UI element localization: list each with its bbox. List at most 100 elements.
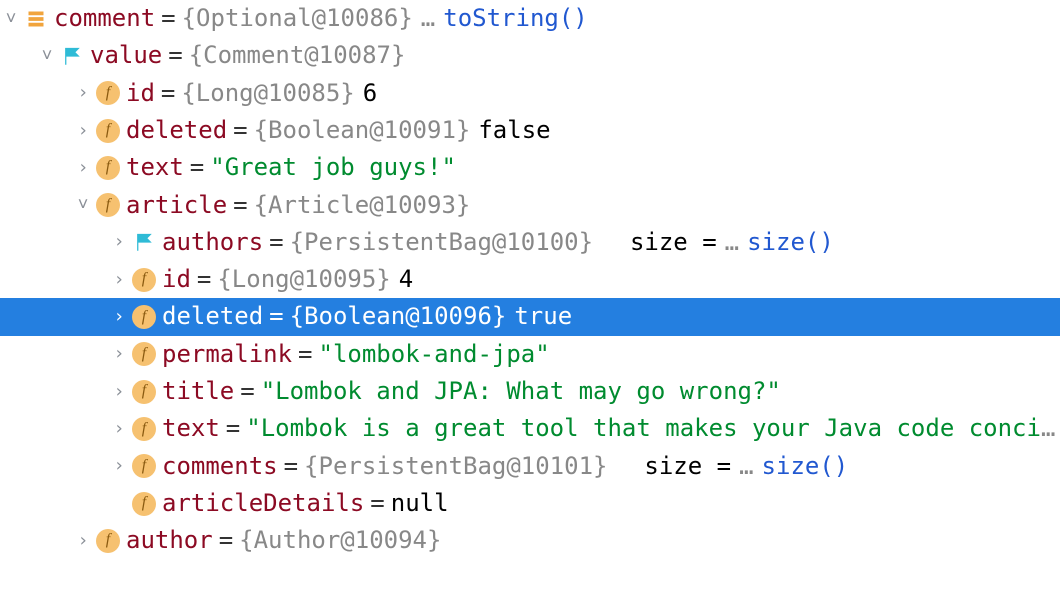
chevron-down-icon[interactable]: ˅ xyxy=(36,42,58,70)
var-name: value xyxy=(90,37,162,74)
tree-row-value-id[interactable]: › f id = {Long@10085} 6 xyxy=(0,75,1060,112)
tree-row-article-deleted[interactable]: › f deleted = {Boolean@10096} true xyxy=(0,298,1060,335)
object-ref: {PersistentBag@10101} xyxy=(304,448,607,485)
string-value: "Lombok and JPA: What may go wrong?" xyxy=(261,373,781,410)
chevron-right-icon[interactable]: › xyxy=(72,117,94,145)
equals-sign: = xyxy=(155,0,181,37)
var-name: comments xyxy=(162,448,278,485)
field-icon: f xyxy=(132,305,156,329)
chevron-right-icon[interactable]: › xyxy=(72,79,94,107)
size-label: size = xyxy=(630,224,717,261)
equals-sign: = xyxy=(220,410,246,447)
var-name: id xyxy=(162,261,191,298)
equals-sign: = xyxy=(191,261,217,298)
var-name: deleted xyxy=(162,298,263,335)
object-ref: {Optional@10086} xyxy=(182,0,413,37)
field-icon: f xyxy=(96,193,120,217)
field-icon: f xyxy=(96,119,120,143)
object-ref: {Boolean@10096} xyxy=(290,298,507,335)
object-ref: {Author@10094} xyxy=(239,522,441,559)
tree-row-value-deleted[interactable]: › f deleted = {Boolean@10091} false xyxy=(0,112,1060,149)
chevron-right-icon[interactable]: › xyxy=(108,340,130,368)
var-name: id xyxy=(126,75,155,112)
bars-icon xyxy=(24,7,48,31)
equals-sign: = xyxy=(227,187,253,224)
field-icon: f xyxy=(96,156,120,180)
var-name: text xyxy=(162,410,220,447)
ellipsis: … xyxy=(725,224,739,261)
string-value: "lombok-and-jpa" xyxy=(319,336,550,373)
tree-row-article-comments[interactable]: › f comments = {PersistentBag@10101} siz… xyxy=(0,448,1060,485)
size-link[interactable]: size() xyxy=(747,224,834,261)
chevron-right-icon[interactable]: › xyxy=(108,228,130,256)
var-name: title xyxy=(162,373,234,410)
equals-sign: = xyxy=(234,373,260,410)
chevron-right-icon[interactable]: › xyxy=(108,303,130,331)
tree-row-article-text[interactable]: › f text = "Lombok is a great tool that … xyxy=(0,410,1060,447)
var-name: authors xyxy=(162,224,263,261)
var-name: article xyxy=(126,187,227,224)
tree-row-article-title[interactable]: › f title = "Lombok and JPA: What may go… xyxy=(0,373,1060,410)
equals-sign: = xyxy=(292,336,318,373)
value-text: false xyxy=(478,112,550,149)
equals-sign: = xyxy=(278,448,304,485)
flag-icon xyxy=(60,44,84,68)
string-value: "Great job guys!" xyxy=(210,149,456,186)
chevron-right-icon[interactable]: › xyxy=(108,452,130,480)
chevron-right-icon[interactable]: › xyxy=(108,415,130,443)
string-value: "Lombok is a great tool that makes your … xyxy=(246,410,1041,447)
field-icon: f xyxy=(96,529,120,553)
field-icon: f xyxy=(96,81,120,105)
tree-row-article-details[interactable]: › f articleDetails = null xyxy=(0,485,1060,522)
tree-row-value-text[interactable]: › f text = "Great job guys!" xyxy=(0,149,1060,186)
chevron-down-icon[interactable]: ˅ xyxy=(0,5,22,33)
tree-row-article-id[interactable]: › f id = {Long@10095} 4 xyxy=(0,261,1060,298)
var-name: comment xyxy=(54,0,155,37)
object-ref: {Long@10085} xyxy=(181,75,354,112)
ellipsis: … xyxy=(739,448,753,485)
chevron-right-icon[interactable]: › xyxy=(72,527,94,555)
tree-row-article-permalink[interactable]: › f permalink = "lombok-and-jpa" xyxy=(0,336,1060,373)
tree-row-article[interactable]: ˅ f article = {Article@10093} xyxy=(0,186,1060,223)
equals-sign: = xyxy=(155,75,181,112)
equals-sign: = xyxy=(162,37,188,74)
field-icon: f xyxy=(132,492,156,516)
object-ref: {Boolean@10091} xyxy=(254,112,471,149)
chevron-right-icon[interactable]: › xyxy=(108,378,130,406)
chevron-down-icon[interactable]: ˅ xyxy=(72,191,94,219)
value-text: true xyxy=(514,298,572,335)
var-name: text xyxy=(126,149,184,186)
size-label: size = xyxy=(644,448,731,485)
field-icon: f xyxy=(132,268,156,292)
field-icon: f xyxy=(132,342,156,366)
equals-sign: = xyxy=(213,522,239,559)
null-value: null xyxy=(391,485,449,522)
chevron-right-icon[interactable]: › xyxy=(108,266,130,294)
var-name: permalink xyxy=(162,336,292,373)
flag-icon xyxy=(132,230,156,254)
equals-sign: = xyxy=(364,485,390,522)
object-ref: {Long@10095} xyxy=(217,261,390,298)
field-icon: f xyxy=(132,380,156,404)
object-ref: {PersistentBag@10100} xyxy=(290,224,593,261)
tostring-link[interactable]: toString() xyxy=(443,0,588,37)
var-name: articleDetails xyxy=(162,485,364,522)
equals-sign: = xyxy=(263,224,289,261)
equals-sign: = xyxy=(227,112,253,149)
equals-sign: = xyxy=(184,149,210,186)
ellipsis: … xyxy=(1041,410,1055,447)
value-text: 4 xyxy=(399,261,413,298)
tree-row-author[interactable]: › f author = {Author@10094} xyxy=(0,522,1060,559)
equals-sign: = xyxy=(263,298,289,335)
field-icon: f xyxy=(132,417,156,441)
object-ref: {Comment@10087} xyxy=(189,37,406,74)
chevron-right-icon[interactable]: › xyxy=(72,154,94,182)
tree-row-comment[interactable]: ˅ comment = {Optional@10086} … toString(… xyxy=(0,0,1060,37)
var-name: deleted xyxy=(126,112,227,149)
ellipsis: … xyxy=(421,0,435,37)
size-link[interactable]: size() xyxy=(762,448,849,485)
tree-row-article-authors[interactable]: › authors = {PersistentBag@10100} size =… xyxy=(0,224,1060,261)
object-ref: {Article@10093} xyxy=(254,187,471,224)
field-icon: f xyxy=(132,454,156,478)
tree-row-value[interactable]: ˅ value = {Comment@10087} xyxy=(0,37,1060,74)
